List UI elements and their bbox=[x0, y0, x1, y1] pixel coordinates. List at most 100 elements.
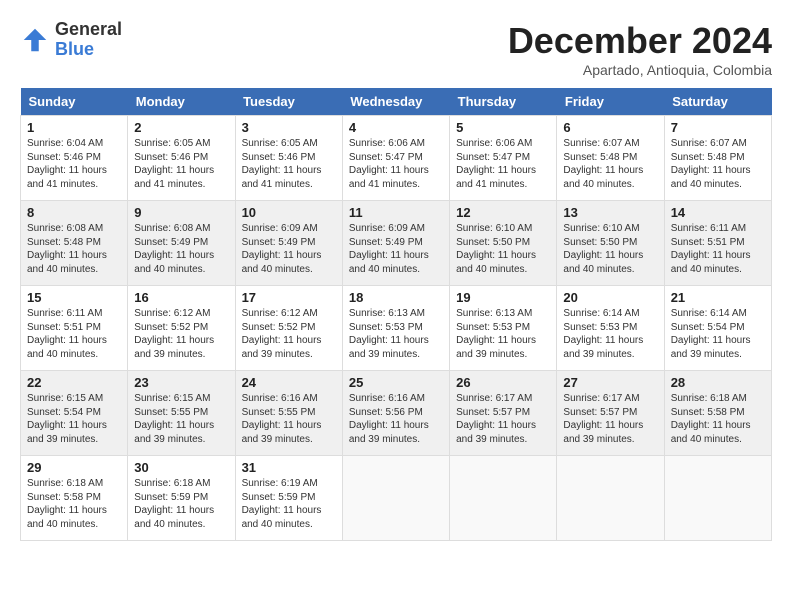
day-number: 23 bbox=[134, 375, 228, 390]
day-number: 31 bbox=[242, 460, 336, 475]
table-row: 29 Sunrise: 6:18 AM Sunset: 5:58 PM Dayl… bbox=[21, 456, 128, 541]
col-friday: Friday bbox=[557, 88, 664, 116]
table-row: 18 Sunrise: 6:13 AM Sunset: 5:53 PM Dayl… bbox=[342, 286, 449, 371]
day-sunrise: Sunrise: 6:15 AM bbox=[27, 393, 103, 404]
day-sunrise: Sunrise: 6:11 AM bbox=[27, 308, 102, 319]
day-number: 28 bbox=[671, 375, 765, 390]
day-sunrise: Sunrise: 6:16 AM bbox=[349, 393, 425, 404]
day-sunrise: Sunrise: 6:16 AM bbox=[242, 393, 318, 404]
day-number: 7 bbox=[671, 120, 765, 135]
day-daylight: Daylight: 11 hours and 39 minutes. bbox=[456, 420, 536, 445]
day-daylight: Daylight: 11 hours and 40 minutes. bbox=[27, 335, 107, 360]
day-sunset: Sunset: 5:55 PM bbox=[242, 407, 316, 418]
table-row: 3 Sunrise: 6:05 AM Sunset: 5:46 PM Dayli… bbox=[235, 116, 342, 201]
day-number: 10 bbox=[242, 205, 336, 220]
page-container: General Blue December 2024 Apartado, Ant… bbox=[20, 20, 772, 541]
day-sunrise: Sunrise: 6:08 AM bbox=[134, 223, 210, 234]
day-sunrise: Sunrise: 6:18 AM bbox=[27, 478, 103, 489]
day-sunset: Sunset: 5:57 PM bbox=[563, 407, 637, 418]
table-row: 2 Sunrise: 6:05 AM Sunset: 5:46 PM Dayli… bbox=[128, 116, 235, 201]
table-row bbox=[450, 456, 557, 541]
table-row: 4 Sunrise: 6:06 AM Sunset: 5:47 PM Dayli… bbox=[342, 116, 449, 201]
location-title: Apartado, Antioquia, Colombia bbox=[508, 62, 772, 78]
day-sunset: Sunset: 5:46 PM bbox=[27, 152, 101, 163]
table-row: 15 Sunrise: 6:11 AM Sunset: 5:51 PM Dayl… bbox=[21, 286, 128, 371]
day-number: 22 bbox=[27, 375, 121, 390]
day-sunset: Sunset: 5:59 PM bbox=[134, 492, 208, 503]
day-daylight: Daylight: 11 hours and 39 minutes. bbox=[563, 335, 643, 360]
header-row: Sunday Monday Tuesday Wednesday Thursday… bbox=[21, 88, 772, 116]
day-sunset: Sunset: 5:58 PM bbox=[671, 407, 745, 418]
day-sunset: Sunset: 5:56 PM bbox=[349, 407, 423, 418]
day-number: 17 bbox=[242, 290, 336, 305]
day-daylight: Daylight: 11 hours and 39 minutes. bbox=[563, 420, 643, 445]
title-section: December 2024 Apartado, Antioquia, Colom… bbox=[508, 20, 772, 78]
table-row: 5 Sunrise: 6:06 AM Sunset: 5:47 PM Dayli… bbox=[450, 116, 557, 201]
day-number: 9 bbox=[134, 205, 228, 220]
logo-text: General Blue bbox=[55, 20, 122, 60]
day-daylight: Daylight: 11 hours and 40 minutes. bbox=[671, 250, 751, 275]
day-sunset: Sunset: 5:48 PM bbox=[27, 237, 101, 248]
day-sunset: Sunset: 5:57 PM bbox=[456, 407, 530, 418]
day-sunset: Sunset: 5:59 PM bbox=[242, 492, 316, 503]
table-row: 30 Sunrise: 6:18 AM Sunset: 5:59 PM Dayl… bbox=[128, 456, 235, 541]
day-daylight: Daylight: 11 hours and 40 minutes. bbox=[27, 250, 107, 275]
table-row: 22 Sunrise: 6:15 AM Sunset: 5:54 PM Dayl… bbox=[21, 371, 128, 456]
day-daylight: Daylight: 11 hours and 40 minutes. bbox=[671, 165, 751, 190]
day-sunset: Sunset: 5:53 PM bbox=[456, 322, 530, 333]
day-daylight: Daylight: 11 hours and 40 minutes. bbox=[349, 250, 429, 275]
day-daylight: Daylight: 11 hours and 40 minutes. bbox=[134, 505, 214, 530]
day-sunrise: Sunrise: 6:10 AM bbox=[456, 223, 532, 234]
day-sunset: Sunset: 5:51 PM bbox=[671, 237, 745, 248]
table-row: 25 Sunrise: 6:16 AM Sunset: 5:56 PM Dayl… bbox=[342, 371, 449, 456]
day-number: 4 bbox=[349, 120, 443, 135]
day-sunset: Sunset: 5:49 PM bbox=[349, 237, 423, 248]
day-sunrise: Sunrise: 6:09 AM bbox=[349, 223, 425, 234]
day-number: 16 bbox=[134, 290, 228, 305]
logo-icon bbox=[20, 25, 50, 55]
day-sunrise: Sunrise: 6:12 AM bbox=[242, 308, 318, 319]
day-daylight: Daylight: 11 hours and 41 minutes. bbox=[456, 165, 536, 190]
day-sunrise: Sunrise: 6:14 AM bbox=[563, 308, 639, 319]
day-daylight: Daylight: 11 hours and 40 minutes. bbox=[242, 250, 322, 275]
table-row bbox=[664, 456, 771, 541]
table-row: 20 Sunrise: 6:14 AM Sunset: 5:53 PM Dayl… bbox=[557, 286, 664, 371]
table-row: 10 Sunrise: 6:09 AM Sunset: 5:49 PM Dayl… bbox=[235, 201, 342, 286]
day-number: 13 bbox=[563, 205, 657, 220]
calendar-row: 22 Sunrise: 6:15 AM Sunset: 5:54 PM Dayl… bbox=[21, 371, 772, 456]
month-title: December 2024 bbox=[508, 20, 772, 62]
day-daylight: Daylight: 11 hours and 40 minutes. bbox=[563, 165, 643, 190]
logo: General Blue bbox=[20, 20, 122, 60]
day-sunrise: Sunrise: 6:11 AM bbox=[671, 223, 746, 234]
day-number: 20 bbox=[563, 290, 657, 305]
col-wednesday: Wednesday bbox=[342, 88, 449, 116]
table-row: 13 Sunrise: 6:10 AM Sunset: 5:50 PM Dayl… bbox=[557, 201, 664, 286]
day-sunrise: Sunrise: 6:07 AM bbox=[671, 138, 747, 149]
day-daylight: Daylight: 11 hours and 40 minutes. bbox=[27, 505, 107, 530]
table-row: 8 Sunrise: 6:08 AM Sunset: 5:48 PM Dayli… bbox=[21, 201, 128, 286]
table-row: 27 Sunrise: 6:17 AM Sunset: 5:57 PM Dayl… bbox=[557, 371, 664, 456]
table-row: 24 Sunrise: 6:16 AM Sunset: 5:55 PM Dayl… bbox=[235, 371, 342, 456]
day-sunset: Sunset: 5:52 PM bbox=[242, 322, 316, 333]
table-row bbox=[342, 456, 449, 541]
calendar-table: Sunday Monday Tuesday Wednesday Thursday… bbox=[20, 88, 772, 541]
day-daylight: Daylight: 11 hours and 39 minutes. bbox=[27, 420, 107, 445]
col-thursday: Thursday bbox=[450, 88, 557, 116]
table-row: 31 Sunrise: 6:19 AM Sunset: 5:59 PM Dayl… bbox=[235, 456, 342, 541]
day-daylight: Daylight: 11 hours and 39 minutes. bbox=[349, 335, 429, 360]
day-sunset: Sunset: 5:46 PM bbox=[134, 152, 208, 163]
day-sunset: Sunset: 5:50 PM bbox=[563, 237, 637, 248]
day-sunrise: Sunrise: 6:12 AM bbox=[134, 308, 210, 319]
day-number: 1 bbox=[27, 120, 121, 135]
table-row: 9 Sunrise: 6:08 AM Sunset: 5:49 PM Dayli… bbox=[128, 201, 235, 286]
day-sunset: Sunset: 5:49 PM bbox=[134, 237, 208, 248]
day-sunrise: Sunrise: 6:06 AM bbox=[349, 138, 425, 149]
table-row: 7 Sunrise: 6:07 AM Sunset: 5:48 PM Dayli… bbox=[664, 116, 771, 201]
day-number: 19 bbox=[456, 290, 550, 305]
day-daylight: Daylight: 11 hours and 39 minutes. bbox=[134, 335, 214, 360]
calendar-row: 1 Sunrise: 6:04 AM Sunset: 5:46 PM Dayli… bbox=[21, 116, 772, 201]
day-number: 18 bbox=[349, 290, 443, 305]
day-sunrise: Sunrise: 6:14 AM bbox=[671, 308, 747, 319]
day-daylight: Daylight: 11 hours and 39 minutes. bbox=[242, 335, 322, 360]
day-sunrise: Sunrise: 6:04 AM bbox=[27, 138, 103, 149]
